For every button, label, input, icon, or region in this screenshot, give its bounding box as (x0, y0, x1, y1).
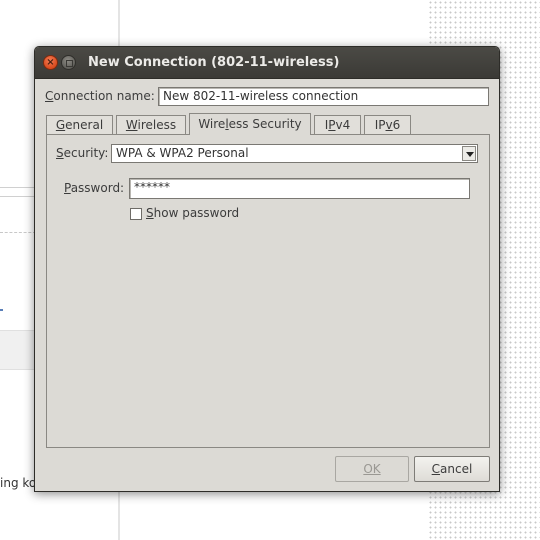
chevron-down-icon[interactable] (462, 146, 476, 161)
connection-name-input[interactable]: New 802-11-wireless connection (158, 87, 489, 106)
cancel-button[interactable]: Cancel (414, 456, 490, 482)
tab-wireless[interactable]: Wireless (116, 115, 186, 135)
password-input[interactable]: ****** (129, 178, 470, 199)
ok-button-label: OK (363, 462, 381, 476)
dialog-title: New Connection (802-11-wireless) (88, 55, 340, 70)
show-password-label[interactable]: Show password (146, 206, 239, 220)
background-marker (0, 309, 3, 311)
background-dashed-line (0, 232, 36, 233)
show-password-checkbox[interactable] (130, 208, 142, 220)
tab-ipv6[interactable]: IPv6 (364, 115, 411, 135)
security-select-value: WPA & WPA2 Personal (116, 146, 249, 160)
close-icon[interactable]: × (43, 55, 58, 70)
background-text: ing ko (0, 476, 37, 490)
tab-general[interactable]: General (46, 115, 113, 135)
security-select[interactable]: WPA & WPA2 Personal (111, 144, 478, 163)
tab-ipv4[interactable]: IPv4 (314, 115, 361, 135)
new-connection-dialog: × New Connection (802-11-wireless) Conne… (34, 46, 500, 492)
tab-wireless-security[interactable]: Wireless Security (189, 113, 311, 135)
minimize-icon[interactable] (61, 55, 76, 70)
connection-name-label: Connection name: (45, 89, 155, 103)
security-label: Security: (56, 146, 109, 160)
ok-button[interactable]: OK (335, 456, 409, 482)
password-label: Password: (64, 181, 125, 195)
dialog-titlebar[interactable]: × New Connection (802-11-wireless) (35, 47, 499, 79)
